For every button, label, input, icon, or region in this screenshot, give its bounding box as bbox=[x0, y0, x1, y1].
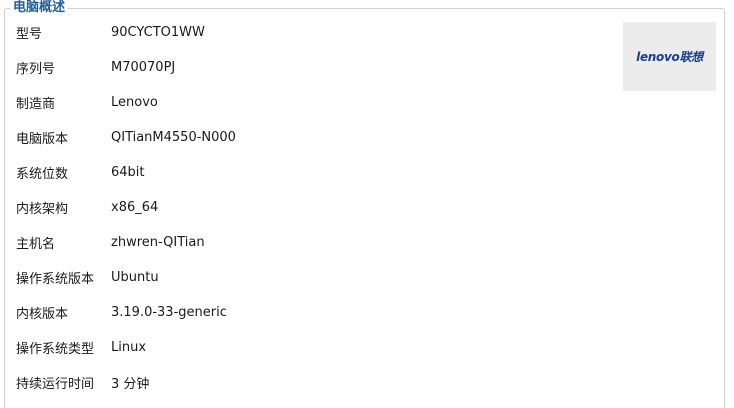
info-value: zhwren-QITian bbox=[111, 235, 205, 250]
info-label: 内核架构 bbox=[16, 202, 69, 217]
info-value: 3 分钟 bbox=[111, 377, 150, 392]
info-row-kernel-arch: 内核架构 x86_64 bbox=[16, 190, 596, 225]
info-value: 3.19.0-33-generic bbox=[111, 305, 227, 320]
info-value: 64bit bbox=[111, 165, 145, 180]
info-row-system-bits: 系统位数 64bit bbox=[16, 155, 596, 190]
info-label: 系统位数 bbox=[16, 167, 69, 182]
info-row-computer-version: 电脑版本 QITianM4550-N000 bbox=[16, 120, 596, 155]
info-row-model: 型号 90CYCTO1WW bbox=[16, 15, 596, 50]
info-value: Ubuntu bbox=[111, 270, 159, 285]
info-value: Lenovo bbox=[111, 95, 158, 110]
computer-overview-panel: 电脑概述 型号 90CYCTO1WW 序列号 M70070PJ 制造商 Leno… bbox=[0, 0, 734, 408]
info-row-serial: 序列号 M70070PJ bbox=[16, 50, 596, 85]
vendor-logo: lenovo联想 bbox=[623, 22, 716, 91]
info-row-hostname: 主机名 zhwren-QITian bbox=[16, 225, 596, 260]
info-label: 制造商 bbox=[16, 97, 56, 112]
info-value: 90CYCTO1WW bbox=[111, 25, 205, 40]
info-label: 操作系统版本 bbox=[16, 272, 95, 287]
info-row-uptime: 持续运行时间 3 分钟 bbox=[16, 365, 596, 400]
info-row-os-type: 操作系统类型 Linux bbox=[16, 330, 596, 365]
info-row-manufacturer: 制造商 Lenovo bbox=[16, 85, 596, 120]
info-value: QITianM4550-N000 bbox=[111, 130, 236, 145]
info-list: 型号 90CYCTO1WW 序列号 M70070PJ 制造商 Lenovo 电脑… bbox=[16, 15, 596, 400]
info-label: 序列号 bbox=[16, 62, 56, 77]
info-label: 主机名 bbox=[16, 237, 56, 252]
section-title: 电脑概述 bbox=[10, 0, 69, 15]
info-label: 内核版本 bbox=[16, 307, 69, 322]
info-label: 操作系统类型 bbox=[16, 342, 95, 357]
info-row-kernel-version: 内核版本 3.19.0-33-generic bbox=[16, 295, 596, 330]
info-value: Linux bbox=[111, 340, 147, 355]
info-value: x86_64 bbox=[111, 200, 159, 215]
info-value: M70070PJ bbox=[111, 60, 176, 75]
lenovo-logo-text: lenovo联想 bbox=[636, 50, 703, 64]
info-row-os-version: 操作系统版本 Ubuntu bbox=[16, 260, 596, 295]
info-label: 电脑版本 bbox=[16, 132, 69, 147]
info-label: 型号 bbox=[16, 27, 43, 42]
info-label: 持续运行时间 bbox=[16, 377, 95, 392]
